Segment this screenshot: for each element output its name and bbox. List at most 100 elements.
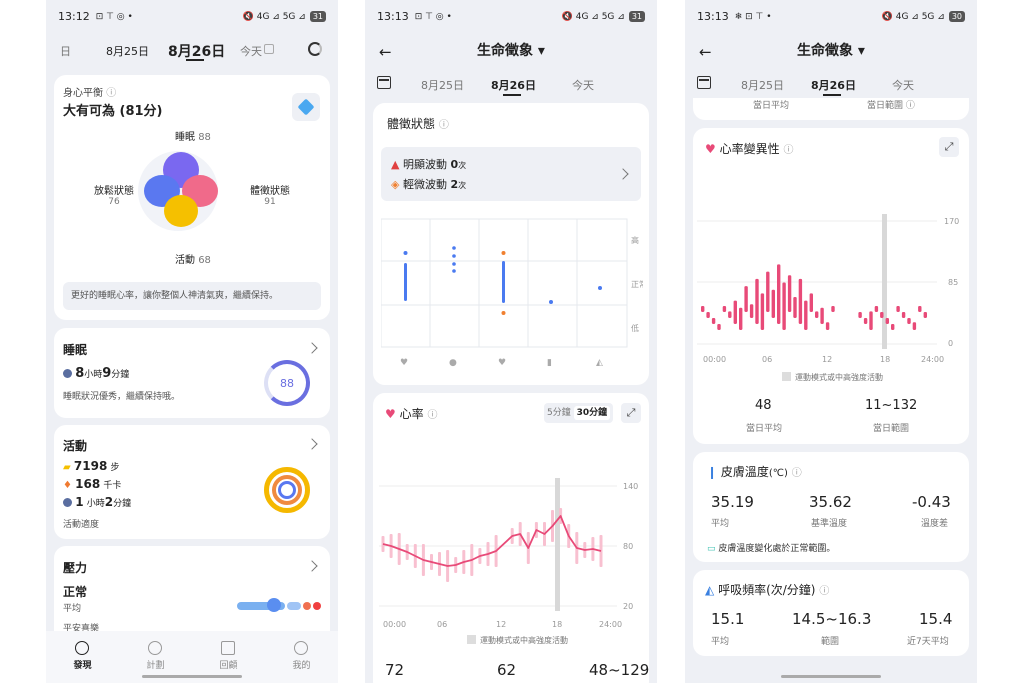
nav-discover[interactable]: 發現 — [73, 641, 92, 671]
body-status-title: 體徵狀態 ⓘ — [387, 117, 449, 131]
info-icon[interactable]: ⓘ — [792, 468, 802, 479]
nav-me[interactable]: 我的 — [292, 641, 311, 671]
hrv-bar — [711, 318, 716, 324]
page-title[interactable]: 生命徵象 ▾ — [365, 33, 657, 67]
date-tabs: 8月25日 8月26日 今天 — [365, 70, 657, 98]
info-icon[interactable]: ⓘ — [106, 88, 116, 99]
hrv-bar — [782, 282, 786, 330]
battery-icon: 31 — [309, 11, 326, 22]
y-tick-170: 170 — [944, 217, 959, 226]
review-icon — [221, 641, 236, 655]
date-tab-prev[interactable]: 日 — [60, 43, 71, 59]
hrv-bar — [815, 311, 819, 318]
hrv-card[interactable]: ♥ 心率變異性 ⓘ ⤢ 170 85 0 00:00 06 12 18 24:0… — [693, 128, 969, 444]
heart-wave-icon: ♥ — [498, 358, 506, 368]
date-tab-today[interactable]: 今天 — [572, 77, 594, 93]
previous-card-bottom: 當日平均 當日範圍 ⓘ — [693, 98, 969, 120]
clock-icon — [63, 498, 72, 507]
calendar-icon[interactable] — [377, 76, 391, 89]
hrv-bar — [749, 304, 754, 318]
skin-diff: -0.43 — [912, 493, 951, 511]
drop-icon: ● — [449, 358, 457, 368]
info-icon[interactable]: ⓘ — [427, 410, 437, 421]
body-status-card[interactable]: 體徵狀態 ⓘ ▲ 明顯波動 0次 ◈ 輕微波動 2次 高 正常 低 ♥ — [373, 103, 649, 385]
fluctuation-box[interactable]: ▲ 明顯波動 0次 ◈ 輕微波動 2次 — [381, 147, 641, 201]
activity-kcal: ♦ 168 千卡 — [63, 477, 122, 491]
prev-range-label: 當日範圍 ⓘ — [867, 101, 915, 111]
sleep-desc: 睡眠狀況優秀，繼續保持哦。 — [63, 392, 181, 402]
loading-ring-icon — [308, 42, 322, 56]
diamond-button[interactable] — [292, 93, 320, 121]
stress-state: 正常 — [63, 585, 88, 599]
sleep-card[interactable]: 睡眠 8小時9分鐘 睡眠狀況優秀，繼續保持哦。 88 — [54, 328, 330, 418]
sleep-score: 88 — [280, 377, 294, 390]
hrv-bar — [706, 312, 710, 318]
calendar-icon[interactable] — [697, 76, 711, 89]
major-fluctuation: ▲ 明顯波動 0次 — [391, 158, 467, 171]
status-time: 13:13 — [377, 10, 409, 23]
hrv-bar — [874, 306, 879, 312]
balance-flower — [138, 143, 218, 243]
resp-avg-label: 平均 — [711, 637, 730, 647]
home-indicator[interactable] — [142, 675, 242, 678]
info-icon[interactable]: ⓘ — [819, 586, 829, 597]
respiration-title: ◭ 呼吸頻率(次/分鐘) ⓘ — [705, 583, 830, 597]
info-icon[interactable]: ⓘ — [783, 145, 793, 156]
x-tick-18: 18 — [880, 355, 890, 364]
date-tab-aug26[interactable]: 8月26日 — [811, 77, 856, 93]
balance-label: 身心平衡 ⓘ — [63, 88, 117, 99]
hrv-avg-label: 當日平均 — [746, 424, 783, 434]
resp-7day-label: 近7天平均 — [907, 637, 949, 647]
hrv-bar — [885, 318, 889, 324]
nav-review[interactable]: 回顧 — [219, 641, 238, 671]
interval-30min[interactable]: 30分鐘 — [573, 406, 611, 420]
hrv-bar — [787, 275, 792, 312]
hrv-bar — [880, 312, 884, 318]
x-tick-24: 24:00 — [921, 355, 944, 364]
date-tab-today[interactable]: 今天 — [892, 77, 914, 93]
wave-icon: ◈ — [391, 178, 400, 191]
date-tab-aug25[interactable]: 8月25日 — [421, 77, 464, 93]
nav-plan[interactable]: 計劃 — [146, 641, 165, 671]
expand-icon[interactable]: ⤢ — [939, 137, 959, 157]
date-tab-aug26[interactable]: 8月26日 — [491, 77, 536, 93]
hr-stat-2: 62 — [497, 661, 517, 679]
x-tick-24: 24:00 — [599, 620, 622, 629]
hrv-bar — [820, 307, 824, 324]
hrv-bar — [744, 286, 748, 312]
date-tab-aug25[interactable]: 8月25日 — [106, 43, 149, 59]
page-title[interactable]: 生命徵象 ▾ — [685, 33, 977, 67]
interval-5min[interactable]: 5分鐘 — [547, 408, 571, 418]
calendar-icon[interactable] — [264, 44, 274, 54]
info-icon[interactable]: ⓘ — [439, 120, 449, 131]
balance-value: 大有可為 (81分) — [63, 104, 163, 119]
skin-temp-title: ❙ 皮膚溫度(℃) ⓘ — [707, 465, 802, 479]
heart-icon: ♥ — [400, 358, 408, 368]
hrv-bar — [869, 311, 873, 330]
home-indicator[interactable] — [781, 675, 881, 678]
skin-temp-card[interactable]: ❙ 皮膚溫度(℃) ⓘ 35.19 平均 35.62 基準溫度 -0.43 溫度… — [693, 452, 969, 562]
status-bar: 13:13 ❄ ⊡ ⊤ • 🔇 4G ⊿ 5G ⊿ 30 — [685, 0, 977, 33]
heart-rate-card[interactable]: ♥ 心率 ⓘ 5分鐘 30分鐘 ⤢ 140 80 20 00:00 06 12 … — [373, 393, 649, 683]
hrv-bar — [701, 306, 705, 312]
balance-card[interactable]: 身心平衡 ⓘ 大有可為 (81分) 睡眠 88 放鬆狀態 76 體徵狀態 91 活動… — [54, 75, 330, 320]
phone-screen-vitals-scrolled: 13:13 ❄ ⊡ ⊤ • 🔇 4G ⊿ 5G ⊿ 30 ← 生命徵象 ▾ 8月25… — [685, 0, 977, 683]
date-tab-today[interactable]: 今天 — [240, 43, 262, 59]
date-tab-aug26[interactable]: 8月26日 — [168, 41, 225, 61]
battery-icon: 31 — [628, 11, 645, 22]
interval-toggle: 5分鐘 30分鐘 — [544, 403, 614, 423]
stress-sub: 平均 — [63, 604, 82, 614]
date-tabs: 8月25日 8月26日 今天 — [685, 70, 977, 98]
hrv-bar — [809, 293, 813, 312]
signal-icons: 🔇 4G ⊿ 5G ⊿ — [561, 11, 625, 22]
respiration-card[interactable]: ◭ 呼吸頻率(次/分鐘) ⓘ 15.1 平均 14.5~16.3 範圍 15.4… — [693, 570, 969, 656]
hrv-bar — [793, 297, 797, 318]
activity-card[interactable]: 活動 ▰ 7198 步 ♦ 168 千卡 1 小時2分鐘 活動適度 — [54, 425, 330, 539]
status-time: 13:13 — [697, 10, 729, 23]
y-label-high: 高 — [631, 235, 639, 245]
date-tab-aug25[interactable]: 8月25日 — [741, 77, 784, 93]
discover-icon — [75, 641, 90, 655]
thermometer-icon: ❙ — [707, 465, 718, 479]
expand-icon[interactable]: ⤢ — [621, 403, 641, 423]
stress-face-icon — [267, 598, 281, 612]
